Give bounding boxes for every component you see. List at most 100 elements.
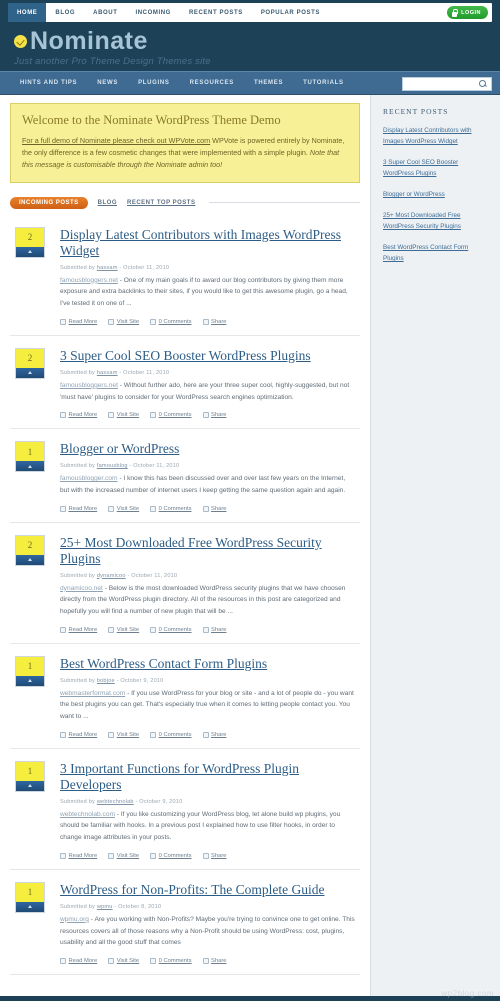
welcome-demo-link[interactable]: For a full demo of Nominate please check…: [22, 136, 210, 145]
read-more-label: Read More: [68, 505, 98, 512]
visit-site-action[interactable]: Visit Site: [108, 626, 139, 633]
site-title[interactable]: Nominate: [14, 28, 486, 54]
topnav-item-home[interactable]: HOME: [8, 3, 47, 22]
visit-site-action[interactable]: Visit Site: [108, 852, 139, 859]
share-action[interactable]: Share: [202, 505, 226, 512]
visit-site-action[interactable]: Visit Site: [108, 318, 139, 325]
read-more-action[interactable]: Read More: [60, 626, 97, 633]
share-action[interactable]: Share: [202, 318, 226, 325]
post-source-link[interactable]: famousbloggers.net: [60, 382, 118, 389]
post-source-link[interactable]: webtechnolab.com: [60, 811, 115, 818]
share-action[interactable]: Share: [202, 731, 226, 738]
read-more-action[interactable]: Read More: [60, 852, 97, 859]
post-title-link[interactable]: 3 Super Cool SEO Booster WordPress Plugi…: [60, 348, 356, 364]
post-item: 2 25+ Most Downloaded Free WordPress Secu…: [10, 523, 360, 644]
visit-site-action[interactable]: Visit Site: [108, 505, 140, 512]
visit-site-label: Visit Site: [116, 505, 140, 512]
visit-site-action[interactable]: Visit Site: [108, 731, 139, 738]
tab-recent-top-posts[interactable]: RECENT TOP POSTS: [127, 200, 195, 206]
post-source-link[interactable]: famousbloggers.net: [60, 277, 118, 284]
post-author-link[interactable]: famousblog: [97, 463, 128, 469]
subnav-item-tutorials[interactable]: TUTORIALS: [293, 80, 354, 86]
sidebar-recent-post-link[interactable]: 25+ Most Downloaded Free WordPress Secur…: [383, 210, 490, 232]
sidebar-widget-title: RECENT POSTS: [383, 107, 449, 117]
share-action[interactable]: Share: [202, 852, 226, 859]
post-actions: Read More Visit Site 0 Comments Share: [60, 412, 356, 419]
share-action[interactable]: Share: [202, 958, 226, 965]
read-more-action[interactable]: Read More: [60, 731, 97, 738]
post-source-link[interactable]: wpmu.org: [60, 916, 89, 923]
post-source-link[interactable]: webmasterformat.com: [60, 690, 125, 697]
read-more-action[interactable]: Read More: [60, 318, 97, 325]
subnav-item-themes[interactable]: THEMES: [244, 80, 293, 86]
subnav-item-resources[interactable]: RESOURCES: [180, 80, 244, 86]
tab-blog[interactable]: BLOG: [98, 200, 117, 206]
post-body: 25+ Most Downloaded Free WordPress Secur…: [60, 535, 360, 633]
sidebar-recent-post-link[interactable]: Blogger or WordPress: [383, 189, 490, 200]
vote-count: 1: [16, 442, 44, 462]
subnav-item-news[interactable]: NEWS: [87, 80, 128, 86]
topnav-item-popular-posts[interactable]: POPULAR POSTS: [252, 3, 329, 22]
vote-up-button[interactable]: [16, 367, 44, 378]
read-more-action[interactable]: Read More: [60, 958, 97, 965]
post-author-link[interactable]: dynamicoo: [97, 573, 126, 579]
topnav-item-recent-posts[interactable]: RECENT POSTS: [180, 3, 252, 22]
comments-action[interactable]: 0 Comments: [150, 958, 192, 965]
vote-up-button[interactable]: [16, 246, 44, 257]
search-icon[interactable]: [477, 78, 489, 90]
post-author-link[interactable]: hassam: [97, 265, 118, 271]
sidebar-recent-post-link[interactable]: Display Latest Contributors with Images …: [383, 125, 490, 147]
subnav-item-hints-and-tips[interactable]: HINTS AND TIPS: [10, 80, 87, 86]
document-icon: [60, 958, 66, 965]
topnav-item-about[interactable]: ABOUT: [84, 3, 126, 22]
search-input[interactable]: [403, 81, 477, 88]
comments-action[interactable]: 0 Comments: [150, 852, 192, 859]
post-author-link[interactable]: bobjoe: [97, 678, 115, 684]
arrow-up-icon: [28, 905, 32, 909]
post-source-link[interactable]: famousblogger.com: [60, 475, 118, 482]
read-more-action[interactable]: Read More: [60, 412, 97, 419]
comments-action[interactable]: 0 Comments: [150, 412, 192, 419]
post-actions: Read More Visit Site 0 Comments Share: [60, 318, 356, 325]
post-meta-prefix: Submitted by: [60, 798, 97, 805]
post-author-link[interactable]: hassam: [97, 370, 118, 376]
post-title-link[interactable]: WordPress for Non-Profits: The Complete …: [60, 882, 356, 898]
share-action[interactable]: Share: [202, 626, 226, 633]
post-title-link[interactable]: 25+ Most Downloaded Free WordPress Secur…: [60, 535, 356, 567]
login-button[interactable]: LOGIN: [447, 6, 488, 19]
vote-up-button[interactable]: [16, 554, 44, 565]
vote-up-button[interactable]: [16, 461, 44, 472]
comments-action[interactable]: 0 Comments: [150, 505, 192, 512]
search-box[interactable]: [402, 77, 492, 92]
post-title-link[interactable]: Display Latest Contributors with Images …: [60, 227, 356, 259]
vote-up-button[interactable]: [16, 901, 44, 912]
subnav-item-plugins[interactable]: PLUGINS: [128, 80, 180, 86]
comments-action[interactable]: 0 Comments: [150, 731, 192, 738]
post-source-link[interactable]: dynamicoo.net: [60, 585, 103, 592]
share-action[interactable]: Share: [202, 412, 226, 419]
sidebar-recent-post-link[interactable]: Best WordPress Contact Form Plugins: [383, 242, 490, 264]
comments-action[interactable]: 0 Comments: [150, 626, 192, 633]
visit-site-action[interactable]: Visit Site: [108, 958, 139, 965]
topnav-item-incoming[interactable]: INCOMING: [126, 3, 179, 22]
vote-up-button[interactable]: [16, 675, 44, 686]
post-item: 2 Display Latest Contributors with Images…: [10, 215, 360, 336]
read-more-action[interactable]: Read More: [60, 505, 98, 512]
comments-action[interactable]: 0 Comments: [150, 318, 192, 325]
sidebar-recent-post-link[interactable]: 3 Super Cool SEO Booster WordPress Plugi…: [383, 157, 490, 179]
post-meta-date: - October 8, 2010: [112, 903, 162, 910]
tab-incoming-posts[interactable]: INCOMING POSTS: [10, 196, 88, 209]
post-title-link[interactable]: Best WordPress Contact Form Plugins: [60, 656, 356, 672]
post-author-link[interactable]: webtechnolab: [97, 799, 134, 805]
post-author-link[interactable]: wpmu: [97, 904, 113, 910]
document-icon: [60, 852, 66, 859]
comments-label: 0 Comments: [158, 626, 192, 633]
topnav-item-blog[interactable]: BLOG: [46, 3, 84, 22]
lock-icon: [451, 8, 459, 17]
post-excerpt-text: - Below is the most downloaded WordPress…: [60, 584, 346, 616]
post-title-link[interactable]: 3 Important Functions for WordPress Plug…: [60, 761, 356, 793]
vote-up-button[interactable]: [16, 780, 44, 791]
visit-site-action[interactable]: Visit Site: [108, 412, 139, 419]
post-title-link[interactable]: Blogger or WordPress: [60, 441, 356, 457]
link-icon: [108, 626, 115, 633]
